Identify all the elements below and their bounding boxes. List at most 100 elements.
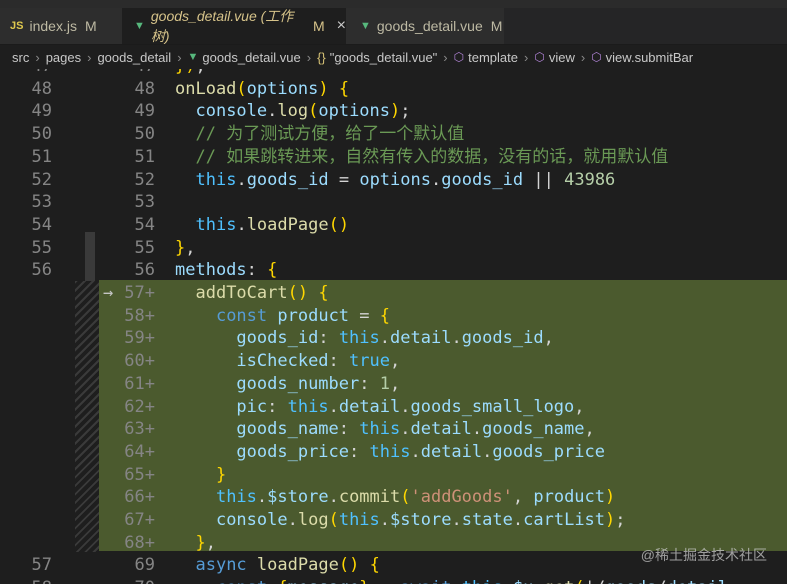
code-text: // 为了测试方便，给了一个默认值 [195,124,465,145]
code-text: goods_name: this.detail.goods_name, [236,419,595,440]
code-text: goods_price: this.detail.goods_price [236,441,605,462]
code-line[interactable]: 66+ this.$store.commit('addGoods', produ… [0,486,787,509]
chevron-right-icon: › [87,49,92,65]
original-line-number: 50 [31,124,52,145]
modified-line-number: 59+ [124,328,155,349]
code-text: goods_number: 1, [236,373,401,394]
modified-line-number: 61+ [124,373,155,394]
breadcrumb-goods-detail[interactable]: goods_detail [97,50,171,65]
code-line[interactable]: 55 55}, [0,237,787,260]
code-text: }); [175,69,206,78]
code-line[interactable]: 62+ pic: this.detail.goods_small_logo, [0,396,787,419]
breadcrumb: src › pages › goods_detail › ▼ goods_det… [0,45,787,69]
original-line-number: 56 [31,260,52,281]
code-line[interactable]: 51 51 // 如果跳转进来，自然有传入的数据，没有的话，就用默认值 [0,146,787,169]
code-text: goods_id: this.detail.goods_id, [236,328,554,349]
tab-index-js[interactable]: JS index.js M [0,8,122,44]
code-line[interactable]: 52 52 this.goods_id = options.goods_id ||… [0,169,787,192]
code-text: methods: { [175,260,278,281]
modified-indicator: M [312,18,325,34]
chevron-right-icon: › [35,49,40,65]
code-text: this.loadPage() [195,214,350,235]
code-line[interactable]: 58 70 const {message} = await this.$u.get… [0,577,787,584]
code-line[interactable]: 65+ } [0,464,787,487]
watermark: @稀土掘金技术社区 [640,547,767,563]
diff-editor[interactable]: 47 47}); 48 48 onLoad(options) {49 49 console… [0,69,787,584]
modified-line-number: 58+ [124,305,155,326]
modified-line-number: 67+ [124,510,155,530]
arrow-right-icon[interactable]: → [103,282,113,305]
title-strip [0,0,787,8]
modified-line-number: 51 [134,146,155,167]
breadcrumb-pages[interactable]: pages [46,50,81,65]
code-text: onLoad(options) { [175,78,350,99]
breadcrumb-file[interactable]: goods_detail.vue [202,50,300,65]
code-line[interactable]: 48 48 onLoad(options) { [0,78,787,101]
code-line[interactable]: 67+ console.log(this.$store.state.cartLi… [0,509,787,532]
tab-label: index.js [29,18,77,34]
modified-line-number: 48 [134,78,155,99]
breadcrumb-template[interactable]: template [468,50,518,65]
code-line[interactable]: 57+ → addToCart() { [0,282,787,305]
breadcrumb-src[interactable]: src [12,50,29,65]
braces-icon: {} [317,49,326,65]
tab-label: goods_detail.vue (工作树) [150,8,294,44]
element-icon: ⬡ [591,50,602,64]
code-text: }, [175,237,196,258]
code-text: pic: this.detail.goods_small_logo, [236,396,585,417]
modified-line-number: 60+ [124,351,155,372]
code-text: }, [195,532,216,553]
js-file-icon: JS [10,20,24,32]
modified-line-number: 53 [134,192,155,213]
modified-line-number: 47 [99,69,155,78]
modified-line-number: 55 [134,237,155,258]
code-text: isChecked: true, [236,351,401,372]
code-line[interactable]: 47 47}); [0,69,787,78]
code-line[interactable]: 63+ goods_name: this.detail.goods_name, [0,418,787,441]
vue-file-icon: ▼ [360,20,371,32]
tab-goods-detail-worktree[interactable]: ▼ goods_detail.vue (工作树) M × [122,8,346,44]
element-icon: ⬡ [453,50,465,64]
chevron-right-icon: › [177,49,182,65]
original-line-number: 58 [0,577,52,584]
code-line[interactable]: 56 56 methods: { [0,259,787,282]
original-line-number: 48 [31,78,52,99]
code-line[interactable]: 54 54 this.loadPage() [0,214,787,237]
modified-line-number: 54 [134,214,155,235]
code-text: console.log(options); [195,101,411,122]
tab-goods-detail[interactable]: ▼ goods_detail.vue M [346,8,504,44]
code-text: this.goods_id = options.goods_id || 4398… [195,169,616,190]
modified-line-number: 69 [134,555,155,576]
code-line[interactable]: 58+ const product = { [0,305,787,328]
code-line[interactable]: 61+ goods_number: 1, [0,373,787,396]
vue-file-icon: ▼ [187,51,199,63]
modified-line-number: 56 [134,260,155,281]
code-text: async loadPage() { [195,555,380,576]
code-line[interactable]: 50 50 // 为了测试方便，给了一个默认值 [0,123,787,146]
modified-indicator: M [490,18,503,34]
chevron-right-icon: › [443,49,448,65]
code-line[interactable]: 60+ isChecked: true, [0,350,787,373]
element-icon: ⬡ [534,50,545,64]
code-line[interactable]: 53 53 [0,191,787,214]
close-icon[interactable]: × [337,17,346,35]
chevron-right-icon: › [524,49,529,65]
code-line[interactable]: 59+ goods_id: this.detail.goods_id, [0,327,787,350]
code-line[interactable]: 49 49 console.log(options); [0,100,787,123]
original-line-number: 47 [0,69,52,78]
modified-indicator: M [84,18,97,34]
code-text: const {message} = await this.$u.get('/go… [175,577,728,584]
original-line-number: 55 [31,237,52,258]
modified-line-number: 68+ [124,532,155,553]
tab-label: goods_detail.vue [376,18,483,34]
breadcrumb-module[interactable]: "goods_detail.vue" [330,50,438,65]
breadcrumb-submitbar[interactable]: view.submitBar [606,50,693,65]
vue-file-icon: ▼ [134,20,145,32]
modified-line-number: 66+ [124,487,155,508]
code-text: const product = { [215,305,391,326]
breadcrumb-view[interactable]: view [549,50,575,65]
original-line-number: 51 [31,146,52,167]
code-text: addToCart() { [195,283,329,303]
code-line[interactable]: 64+ goods_price: this.detail.goods_price [0,441,787,464]
code-text: this.$store.commit('addGoods', product) [215,487,616,508]
